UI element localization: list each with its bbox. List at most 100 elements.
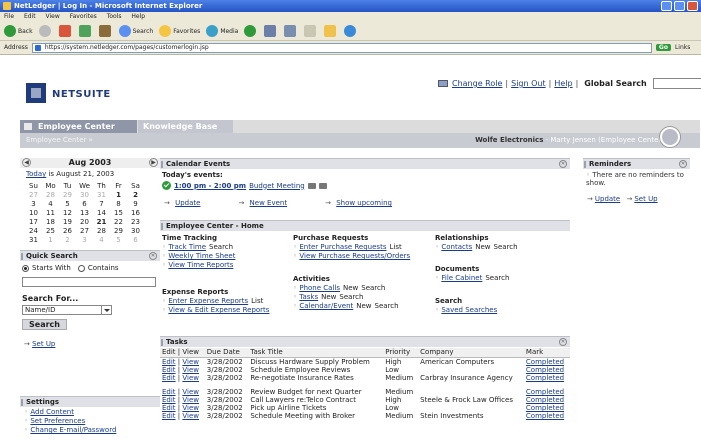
calendar-day[interactable]: 29 xyxy=(110,227,127,235)
edit-link[interactable]: Edit xyxy=(162,388,176,396)
calendar-day[interactable]: 31 xyxy=(93,191,110,199)
calendar-day[interactable]: 4 xyxy=(93,236,110,244)
view-edit-expense-reports-link[interactable]: View & Edit Expense Reports xyxy=(168,306,269,314)
edit-link[interactable]: Edit xyxy=(162,396,176,404)
quick-search-input[interactable] xyxy=(22,277,156,287)
menu-tools[interactable]: Tools xyxy=(107,13,122,20)
calendar-day[interactable]: 3 xyxy=(76,236,93,244)
completed-link[interactable]: Completed xyxy=(526,388,564,396)
calendar-day[interactable]: 4 xyxy=(42,200,59,208)
tab-employee-center[interactable]: Employee Center xyxy=(20,120,137,133)
completed-link[interactable]: Completed xyxy=(526,412,564,420)
enter-expense-reports-link[interactable]: Enter Expense Reports xyxy=(168,297,248,305)
calendar-day[interactable]: 6 xyxy=(76,200,93,208)
help-link[interactable]: Help xyxy=(554,79,572,88)
completed-link[interactable]: Completed xyxy=(526,404,564,412)
close-icon[interactable]: ✕ xyxy=(149,252,157,260)
quick-search-setup-link[interactable]: Set Up xyxy=(32,340,55,348)
edit-link[interactable]: Edit xyxy=(162,366,176,374)
prev-month-icon[interactable]: ◀ xyxy=(22,158,31,167)
view-link[interactable]: View xyxy=(182,388,199,396)
calendar-day[interactable]: 10 xyxy=(25,209,42,217)
sign-out-link[interactable]: Sign Out xyxy=(511,79,546,88)
edit-link[interactable]: Edit xyxy=(162,374,176,382)
completed-link[interactable]: Completed xyxy=(526,396,564,404)
calendar-day[interactable]: 29 xyxy=(59,191,76,199)
calendar-day[interactable]: 6 xyxy=(127,236,144,244)
calendar-day[interactable]: 13 xyxy=(76,209,93,217)
calendar-day[interactable]: 14 xyxy=(93,209,110,217)
calendar-day[interactable]: 5 xyxy=(110,236,127,244)
calendar-day[interactable]: 19 xyxy=(59,218,76,226)
tasks-new[interactable]: New xyxy=(321,293,336,301)
calendar-day[interactable]: 2 xyxy=(127,191,144,199)
reminders-setup-link[interactable]: Set Up xyxy=(634,195,657,203)
tab-knowledge-base[interactable]: Knowledge Base xyxy=(138,120,233,133)
calendar-day[interactable]: 1 xyxy=(42,236,59,244)
close-icon[interactable]: ✕ xyxy=(679,160,687,168)
folder-button[interactable] xyxy=(324,25,338,37)
view-time-reports-link[interactable]: View Time Reports xyxy=(168,261,233,269)
calendar-day[interactable]: 15 xyxy=(110,209,127,217)
change-role-link[interactable]: Change Role xyxy=(452,79,502,88)
contacts-link[interactable]: Contacts xyxy=(441,243,472,251)
calendar-day[interactable]: 3 xyxy=(25,200,42,208)
contacts-new[interactable]: New xyxy=(475,243,490,251)
calendar-day[interactable]: 25 xyxy=(42,227,59,235)
links-label[interactable]: Links xyxy=(675,44,690,51)
view-link[interactable]: View xyxy=(182,412,199,420)
calendar-day[interactable]: 30 xyxy=(127,227,144,235)
history-button[interactable] xyxy=(244,25,258,37)
track-time-link[interactable]: Track Time xyxy=(168,243,206,251)
calendar-day[interactable]: 18 xyxy=(42,218,59,226)
messenger-button[interactable] xyxy=(344,25,358,37)
stop-button[interactable] xyxy=(58,25,73,37)
calendar-day[interactable]: 28 xyxy=(93,227,110,235)
calendar-event-search[interactable]: Search xyxy=(375,302,399,310)
today-link[interactable]: Today xyxy=(26,170,46,178)
calendar-day[interactable]: 24 xyxy=(25,227,42,235)
contains-radio[interactable] xyxy=(77,264,85,272)
calendar-event-link[interactable]: Calendar/Event xyxy=(299,302,353,310)
menu-view[interactable]: View xyxy=(46,13,60,20)
calendar-day[interactable]: 27 xyxy=(25,191,42,199)
calendar-event-new[interactable]: New xyxy=(356,302,371,310)
edit-link[interactable]: Edit xyxy=(162,412,176,420)
favorites-button[interactable]: Favorites xyxy=(159,25,200,37)
contacts-search[interactable]: Search xyxy=(494,243,518,251)
calendar-day[interactable]: 17 xyxy=(25,218,42,226)
phone-calls-search[interactable]: Search xyxy=(361,284,385,292)
mail-button[interactable] xyxy=(264,25,278,37)
edit-button[interactable] xyxy=(304,25,318,37)
calendar-day[interactable]: 7 xyxy=(93,200,110,208)
phone-calls-new[interactable]: New xyxy=(343,284,358,292)
search-type-select[interactable]: Name/ID xyxy=(22,305,160,315)
calendar-day[interactable]: 21 xyxy=(93,218,110,226)
menu-help[interactable]: Help xyxy=(131,13,145,20)
calendar-day[interactable]: 27 xyxy=(76,227,93,235)
view-purchase-requests-link[interactable]: View Purchase Requests/Orders xyxy=(299,252,410,260)
track-time-search[interactable]: Search xyxy=(209,243,233,251)
expense-list[interactable]: List xyxy=(251,297,263,305)
calendar-day[interactable]: 1 xyxy=(110,191,127,199)
view-link[interactable]: View xyxy=(182,396,199,404)
maximize-button[interactable] xyxy=(674,1,685,11)
file-cabinet-search[interactable]: Search xyxy=(485,274,509,282)
close-button[interactable] xyxy=(687,1,698,11)
event-time-link[interactable]: 1:00 pm - 2:00 pm xyxy=(174,182,246,190)
go-button[interactable]: Go xyxy=(655,44,671,51)
calendar-day[interactable]: 8 xyxy=(110,200,127,208)
menu-edit[interactable]: Edit xyxy=(24,13,36,20)
search-button[interactable]: Search xyxy=(118,25,153,37)
purchase-list[interactable]: List xyxy=(389,243,401,251)
completed-link[interactable]: Completed xyxy=(526,366,564,374)
menu-favorites[interactable]: Favorites xyxy=(70,13,97,20)
home-button[interactable] xyxy=(98,25,113,37)
close-icon[interactable]: ✕ xyxy=(559,338,567,346)
edit-link[interactable]: Edit xyxy=(162,358,176,366)
calendar-day[interactable]: 2 xyxy=(59,236,76,244)
completed-link[interactable]: Completed xyxy=(526,374,564,382)
back-button[interactable]: Back xyxy=(4,25,33,37)
view-link[interactable]: View xyxy=(182,366,199,374)
view-link[interactable]: View xyxy=(182,404,199,412)
